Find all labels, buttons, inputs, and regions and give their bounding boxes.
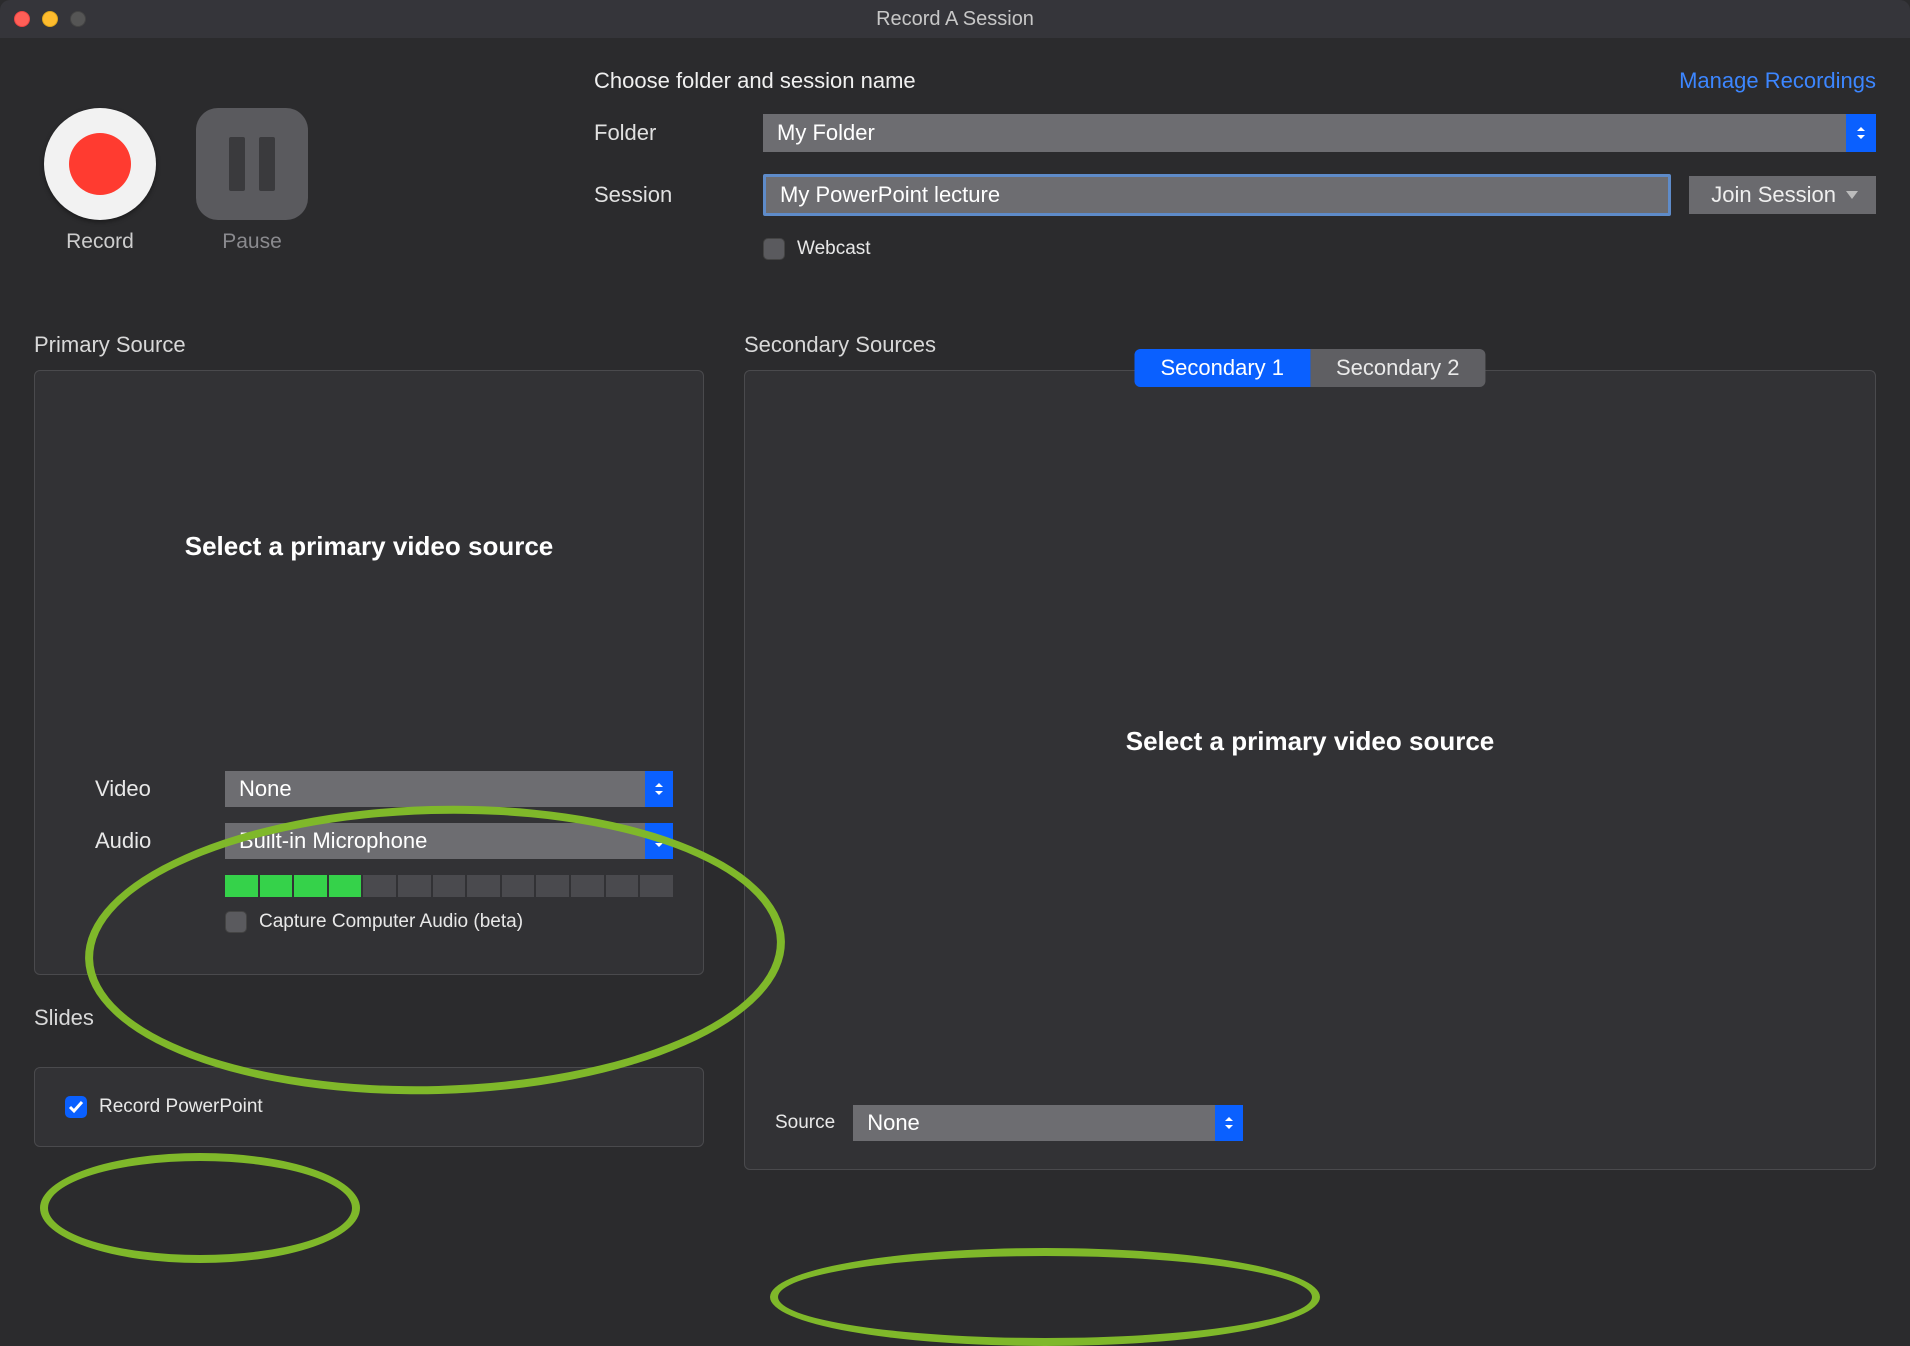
record-powerpoint-label: Record PowerPoint (99, 1096, 263, 1118)
minimize-window-button[interactable] (42, 11, 58, 27)
primary-source-title: Primary Source (34, 332, 704, 358)
meter-segment (329, 875, 362, 897)
meter-segment (294, 875, 327, 897)
slides-title: Slides (34, 1005, 704, 1031)
tab-secondary-1[interactable]: Secondary 1 (1134, 349, 1310, 387)
video-label: Video (95, 776, 225, 802)
chevron-down-icon (1846, 114, 1876, 152)
chevron-updown-icon (645, 823, 673, 859)
meter-segment (433, 875, 466, 897)
video-select[interactable]: None (225, 771, 673, 807)
meter-segment (467, 875, 500, 897)
record-powerpoint-row[interactable]: Record PowerPoint (65, 1096, 673, 1118)
webcast-checkbox[interactable] (763, 238, 785, 260)
form-header: Choose folder and session name (594, 68, 916, 94)
secondary-source-prompt: Select a primary video source (745, 726, 1875, 757)
slides-panel: Record PowerPoint (34, 1067, 704, 1147)
annotation-ring (770, 1248, 1320, 1346)
pause-icon (196, 108, 308, 220)
secondary-source-panel: Secondary 1 Secondary 2 Select a primary… (744, 370, 1876, 1170)
audio-select[interactable]: Built-in Microphone (225, 823, 673, 859)
capture-computer-audio-label: Capture Computer Audio (beta) (259, 911, 523, 933)
webcast-checkbox-row[interactable]: Webcast (763, 238, 871, 260)
secondary-source-label: Source (775, 1112, 835, 1134)
meter-segment (606, 875, 639, 897)
titlebar: Record A Session (0, 0, 1910, 38)
capture-computer-audio-checkbox[interactable] (225, 911, 247, 933)
primary-source-prompt: Select a primary video source (65, 531, 673, 562)
audio-label: Audio (95, 828, 225, 854)
tab-secondary-2[interactable]: Secondary 2 (1310, 349, 1486, 387)
folder-select[interactable]: My Folder (763, 114, 1876, 152)
window-title: Record A Session (0, 8, 1910, 31)
record-button[interactable]: Record (44, 108, 156, 282)
secondary-source-value: None (867, 1110, 920, 1136)
pause-label: Pause (222, 230, 282, 254)
manage-recordings-link[interactable]: Manage Recordings (1679, 68, 1876, 94)
chevron-updown-icon (645, 771, 673, 807)
window-traffic-lights (14, 11, 86, 27)
maximize-window-button[interactable] (70, 11, 86, 27)
meter-segment (502, 875, 535, 897)
session-label: Session (594, 182, 739, 208)
record-powerpoint-checkbox[interactable] (65, 1096, 87, 1118)
webcast-label: Webcast (797, 238, 871, 260)
primary-source-panel: Select a primary video source Video None… (34, 370, 704, 975)
audio-value: Built-in Microphone (239, 828, 427, 854)
meter-segment (260, 875, 293, 897)
record-label: Record (66, 230, 134, 254)
join-session-label: Join Session (1711, 182, 1836, 208)
secondary-tabs: Secondary 1 Secondary 2 (1134, 349, 1485, 387)
record-icon (44, 108, 156, 220)
video-value: None (239, 776, 292, 802)
meter-segment (398, 875, 431, 897)
secondary-source-select[interactable]: None (853, 1105, 1243, 1141)
chevron-down-icon (1846, 191, 1858, 199)
meter-segment (571, 875, 604, 897)
folder-value: My Folder (777, 120, 875, 146)
capture-computer-audio-row[interactable]: Capture Computer Audio (beta) (225, 911, 673, 933)
meter-segment (640, 875, 673, 897)
folder-label: Folder (594, 120, 739, 146)
meter-segment (536, 875, 569, 897)
audio-level-meter (225, 875, 673, 897)
session-input[interactable] (763, 174, 1671, 216)
close-window-button[interactable] (14, 11, 30, 27)
meter-segment (225, 875, 258, 897)
meter-segment (363, 875, 396, 897)
pause-button[interactable]: Pause (196, 108, 308, 282)
join-session-button[interactable]: Join Session (1689, 176, 1876, 214)
chevron-updown-icon (1215, 1105, 1243, 1141)
